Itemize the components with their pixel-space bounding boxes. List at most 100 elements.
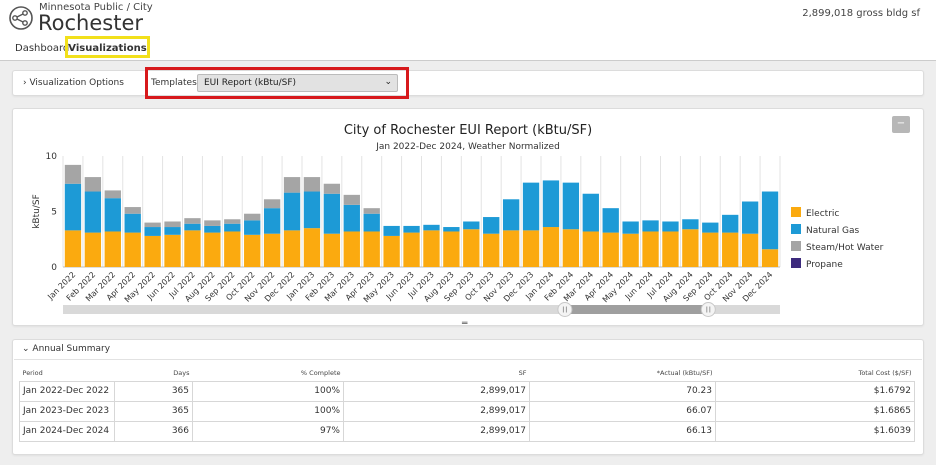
app-header: Minnesota Public / City Rochester 2,899,… — [0, 0, 936, 60]
bar-steam-hot-water — [184, 218, 201, 224]
bar-natural-gas — [363, 213, 380, 232]
bar-electric — [184, 230, 201, 267]
bar-steam-hot-water — [164, 221, 181, 228]
col-sf: SF — [518, 369, 527, 378]
bar-electric — [582, 231, 599, 267]
bar-natural-gas — [224, 223, 241, 232]
bar-natural-gas — [602, 208, 619, 233]
bar-natural-gas — [682, 219, 699, 230]
bar-electric — [204, 232, 221, 267]
bar-electric — [562, 229, 580, 267]
y-tick-label: 5 — [51, 208, 57, 218]
bar-natural-gas — [124, 213, 141, 233]
bar-natural-gas — [542, 180, 560, 228]
bar-natural-gas — [164, 227, 181, 235]
bar-natural-gas — [741, 201, 759, 234]
legend-label: Electric — [806, 209, 839, 219]
bar-electric — [483, 233, 500, 267]
bar-steam-hot-water — [124, 207, 141, 214]
templates-select[interactable]: EUI Report (kBtu/SF) ⌄ — [197, 74, 398, 92]
bar-electric — [463, 229, 480, 267]
bar-steam-hot-water — [84, 177, 102, 192]
bar-steam-hot-water — [224, 219, 241, 224]
bar-natural-gas — [423, 224, 440, 231]
bar-electric — [224, 231, 241, 267]
chart-title: City of Rochester EUI Report (kBtu/SF) — [344, 123, 592, 138]
bar-steam-hot-water — [144, 222, 161, 228]
resize-handle-icon[interactable]: ═ — [462, 319, 467, 329]
cell-days: 366 — [114, 420, 193, 442]
bar-electric — [741, 233, 759, 267]
cell-actual: 66.07 — [529, 400, 716, 422]
bar-steam-hot-water — [204, 220, 221, 226]
legend-label: Propane — [806, 260, 843, 270]
bar-natural-gas — [383, 225, 400, 236]
col-days: Days — [173, 369, 190, 378]
bar-natural-gas — [244, 220, 261, 235]
bar-electric — [502, 230, 520, 267]
bar-electric — [702, 232, 719, 267]
gross-sf-label: 2,899,018 gross bldg sf — [802, 8, 920, 19]
y-tick-label: 0 — [51, 263, 57, 273]
tab-visualizations[interactable]: Visualizations — [65, 36, 150, 58]
annual-summary-table: Period Days % Complete SF *Actual (kBtu/… — [19, 366, 915, 442]
bar-steam-hot-water — [303, 177, 321, 192]
bar-electric — [84, 232, 102, 267]
cell-days: 365 — [114, 380, 193, 402]
col-actual-eui: *Actual (kBtu/SF) — [656, 369, 713, 378]
legend-swatch — [791, 258, 801, 268]
bar-electric — [64, 230, 82, 267]
cell-period: Jan 2023-Dec 2023 — [19, 400, 115, 422]
bar-electric — [622, 233, 639, 267]
bar-electric — [761, 249, 779, 267]
range-selector-window — [564, 305, 709, 314]
bar-electric — [722, 232, 739, 267]
cell-actual: 66.13 — [529, 420, 716, 442]
bar-electric — [602, 232, 619, 267]
bar-electric — [682, 229, 699, 267]
bar-steam-hot-water — [343, 194, 360, 205]
cell-percent: 100% — [192, 400, 344, 422]
bar-natural-gas — [343, 204, 360, 232]
bar-natural-gas — [642, 220, 659, 232]
eui-chart: City of Rochester EUI Report (kBtu/SF) Ja… — [32, 123, 884, 317]
bar-natural-gas — [184, 223, 201, 231]
bar-natural-gas — [403, 225, 420, 233]
bar-natural-gas — [323, 193, 341, 234]
bar-electric — [423, 230, 440, 267]
bar-natural-gas — [204, 225, 221, 233]
cell-cost: $1.6865 — [715, 400, 915, 422]
annual-summary-toggle[interactable]: ⌄ Annual Summary — [22, 344, 110, 354]
page-title: Rochester — [38, 11, 143, 35]
bar-natural-gas — [64, 183, 82, 231]
bar-natural-gas — [622, 221, 639, 234]
bar-electric — [642, 231, 659, 267]
y-tick-label: 10 — [46, 152, 58, 162]
header-divider — [0, 60, 936, 61]
bar-electric — [323, 233, 341, 267]
bar-natural-gas — [662, 221, 679, 232]
bar-steam-hot-water — [244, 213, 261, 221]
bar-electric — [383, 235, 400, 267]
annual-summary-title: Annual Summary — [32, 344, 111, 354]
table-row: Jan 2022-Dec 2022 365 100% 2,899,017 70.… — [19, 380, 915, 402]
y-axis-label: kBtu/SF — [32, 194, 42, 229]
bar-electric — [164, 234, 181, 267]
legend-swatch — [791, 241, 801, 251]
table-row: Jan 2024-Dec 2024 366 97% 2,899,017 66.1… — [19, 420, 915, 442]
bar-natural-gas — [722, 214, 739, 233]
bar-electric — [283, 230, 301, 267]
bar-electric — [662, 231, 679, 267]
cell-period: Jan 2024-Dec 2024 — [19, 420, 115, 442]
bar-electric — [403, 232, 420, 267]
tab-dashboard[interactable]: Dashboard — [15, 43, 69, 54]
cell-percent: 100% — [192, 380, 344, 402]
bar-steam-hot-water — [64, 164, 82, 184]
cell-sf: 2,899,017 — [343, 420, 530, 442]
col-total-cost: Total Cost ($/SF) — [858, 369, 912, 378]
cell-actual: 70.23 — [529, 380, 716, 402]
visualization-options-toggle[interactable]: › Visualization Options — [23, 78, 124, 88]
bar-natural-gas — [582, 193, 599, 232]
templates-select-value: EUI Report (kBtu/SF) — [204, 78, 297, 88]
bar-steam-hot-water — [323, 183, 341, 194]
